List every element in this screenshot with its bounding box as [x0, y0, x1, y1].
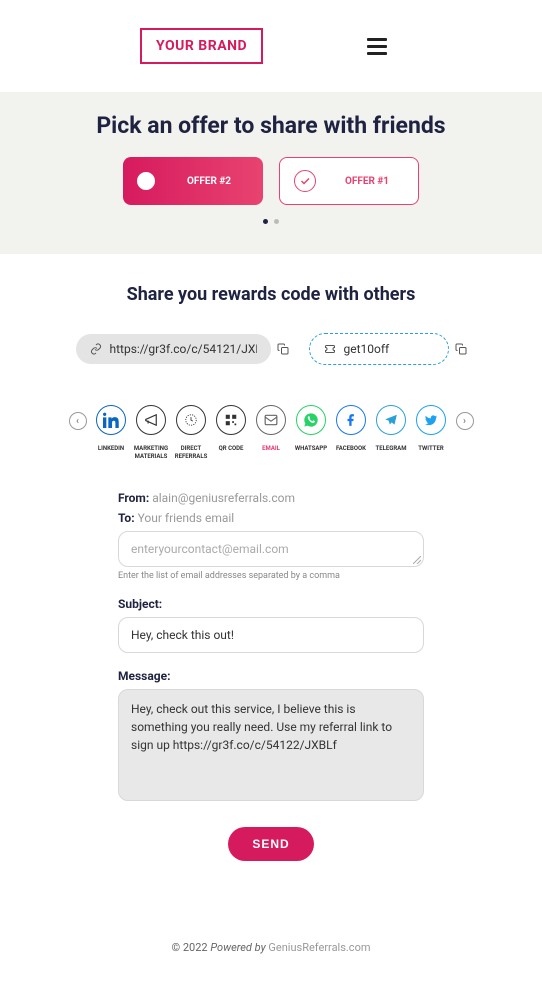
radio-selected-icon: [137, 172, 155, 190]
ticket-icon: [324, 343, 336, 355]
to-email-input[interactable]: [118, 531, 424, 567]
footer-link[interactable]: GeniusReferrals.com: [268, 941, 370, 954]
subject-label: Subject:: [118, 597, 424, 611]
to-hint-text: Your friends email: [138, 511, 235, 525]
channel-email[interactable]: EMAIL: [253, 405, 290, 461]
channel-facebook[interactable]: FACEBOOK: [333, 405, 370, 461]
copy-icon[interactable]: [277, 343, 289, 355]
direct-icon: [176, 405, 206, 435]
offer-label: OFFER #1: [330, 176, 404, 187]
channel-telegram[interactable]: TELEGRAM: [373, 405, 410, 461]
channels-prev-button[interactable]: ‹: [69, 412, 87, 430]
message-textarea[interactable]: [118, 689, 424, 801]
qr-icon: [216, 405, 246, 435]
channel-marketing[interactable]: MARKETING MATERIALS: [133, 405, 170, 461]
menu-icon[interactable]: [367, 38, 387, 55]
whatsapp-icon: [296, 405, 326, 435]
channel-label: LINKEDIN: [98, 445, 124, 453]
radio-check-icon: [294, 170, 316, 192]
to-hint: Enter the list of email addresses separa…: [118, 571, 424, 581]
marketing-icon: [136, 405, 166, 435]
dot[interactable]: [263, 219, 268, 224]
to-line: To: Your friends email: [118, 511, 424, 525]
channel-label: MARKETING MATERIALS: [134, 445, 168, 461]
channel-direct[interactable]: DIRECT REFERRALS: [173, 405, 210, 461]
referral-code-text: get10off: [344, 342, 434, 356]
referral-url-text: https://gr3f.co/c/54121/JXBLf: [110, 342, 257, 356]
subject-input[interactable]: [118, 617, 424, 653]
dot[interactable]: [274, 219, 279, 224]
channel-label: TWITTER: [418, 445, 443, 453]
channel-label: TELEGRAM: [376, 445, 407, 453]
offer-label: OFFER #2: [169, 176, 249, 187]
carousel-dots: [0, 219, 542, 224]
channel-label: FACEBOOK: [336, 445, 366, 453]
offer-title: Pick an offer to share with friends: [0, 112, 542, 139]
twitter-icon: [416, 405, 446, 435]
telegram-icon: [376, 405, 406, 435]
link-icon: [90, 343, 102, 355]
channel-twitter[interactable]: TWITTER: [413, 405, 450, 461]
channel-linkedin[interactable]: LINKEDIN: [93, 405, 130, 461]
channel-label: QR CODE: [219, 445, 244, 453]
channel-qr[interactable]: QR CODE: [213, 405, 250, 461]
message-label: Message:: [118, 669, 424, 683]
offer-section: Pick an offer to share with friends OFFE…: [0, 92, 542, 254]
offer-card-1[interactable]: OFFER #1: [279, 157, 419, 205]
referral-code-pill[interactable]: get10off: [309, 333, 449, 365]
send-button[interactable]: SEND: [228, 827, 313, 861]
footer: © 2022 Powered by GeniusReferrals.com: [0, 881, 542, 994]
email-icon: [256, 405, 286, 435]
resize-handle-icon: [413, 556, 421, 564]
copy-icon[interactable]: [455, 343, 467, 355]
referral-url-pill[interactable]: https://gr3f.co/c/54121/JXBLf: [76, 334, 271, 364]
channel-whatsapp[interactable]: WHATSAPP: [293, 405, 330, 461]
offer-card-2[interactable]: OFFER #2: [123, 157, 263, 205]
facebook-icon: [336, 405, 366, 435]
channels-next-button[interactable]: ›: [456, 412, 474, 430]
linkedin-icon: [96, 405, 126, 435]
brand-logo: YOUR BRAND: [140, 28, 263, 64]
from-line: From: alain@geniusreferrals.com: [118, 491, 424, 505]
channel-label: WHATSAPP: [295, 445, 327, 453]
channel-label: EMAIL: [262, 445, 280, 453]
share-title: Share you rewards code with others: [68, 284, 474, 305]
from-email: alain@geniusreferrals.com: [152, 491, 295, 505]
channel-label: DIRECT REFERRALS: [175, 445, 208, 461]
